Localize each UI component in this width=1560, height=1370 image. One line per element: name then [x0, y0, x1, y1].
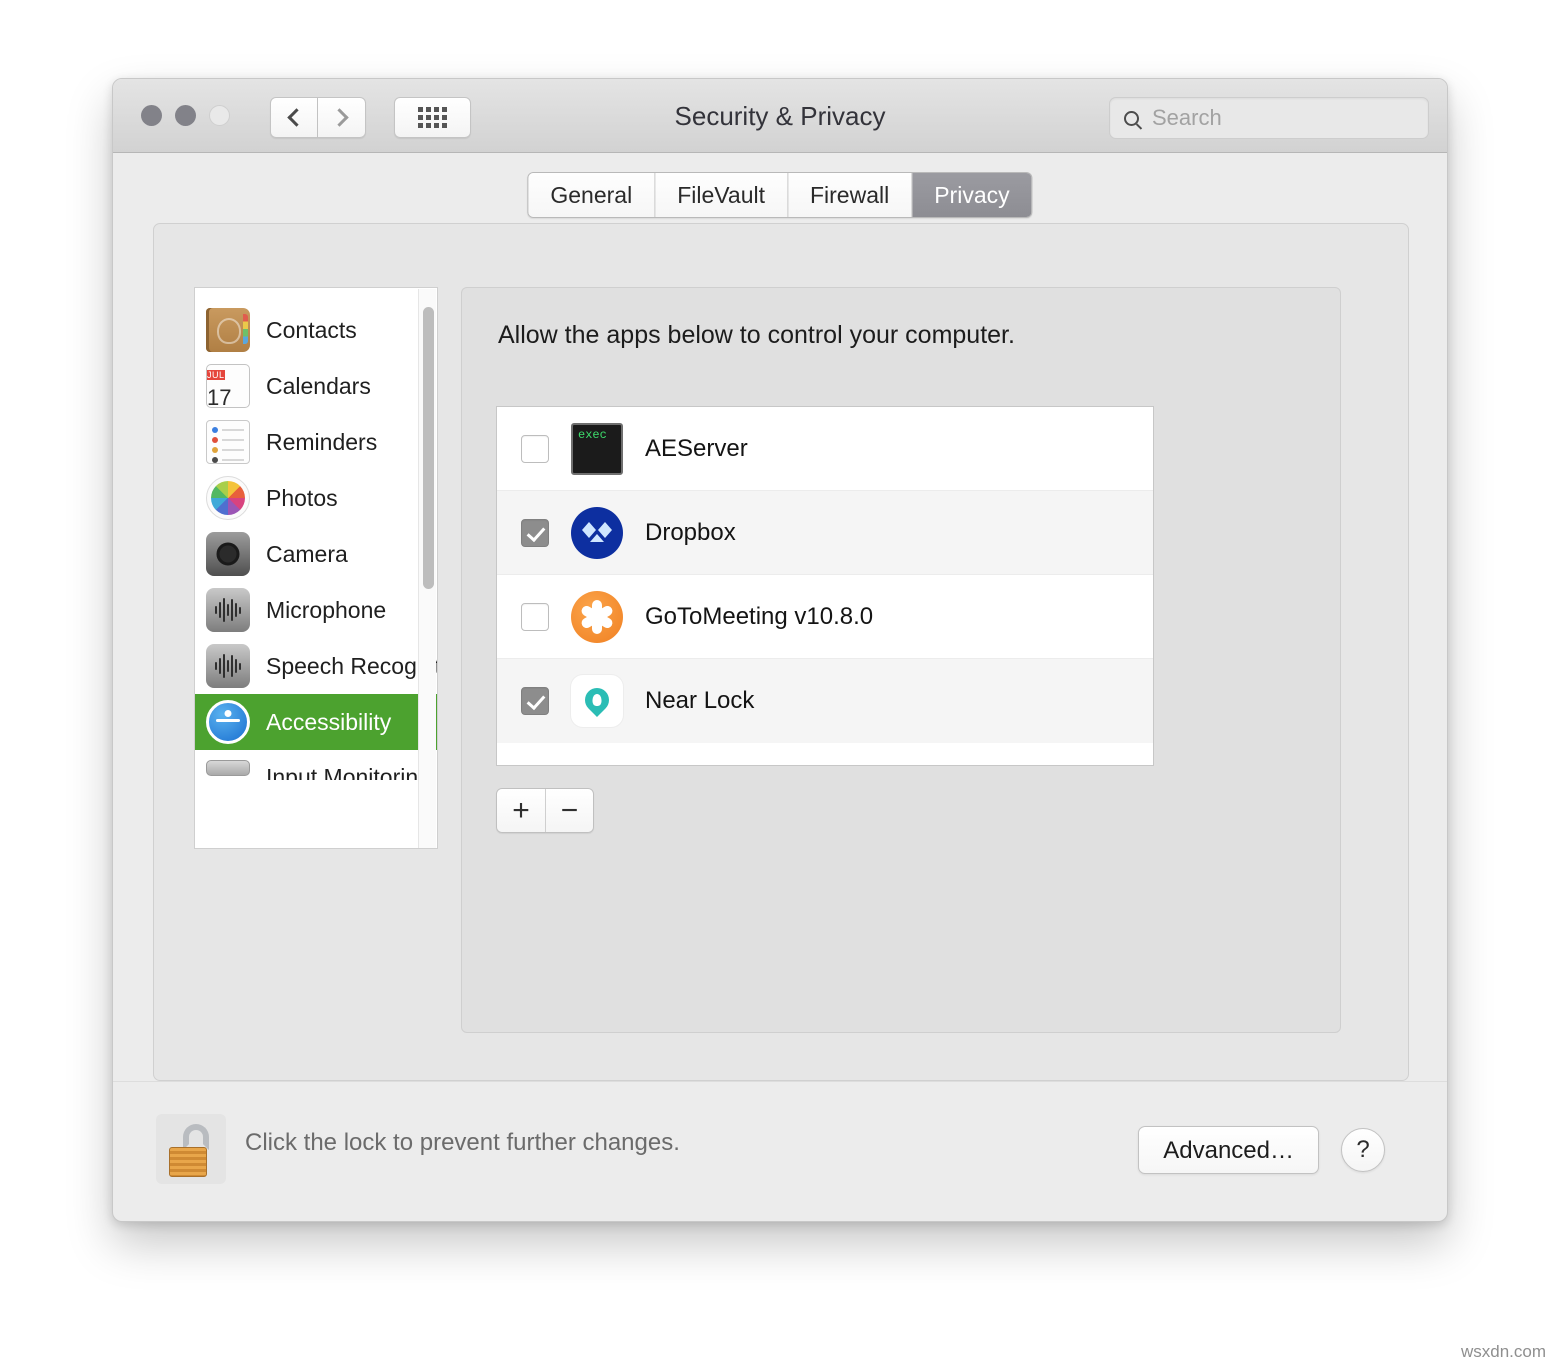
privacy-category-sidebar[interactable]: Contacts JUL 17 Calendars Reminders Phot…: [194, 287, 438, 849]
sidebar-item-label: Input Monitoring: [266, 764, 431, 780]
sidebar-item-label: Speech Recognition: [266, 652, 437, 679]
sidebar-scrollbar-thumb[interactable]: [423, 307, 434, 589]
table-row[interactable]: exec AEServer: [497, 407, 1153, 491]
contacts-icon: [206, 308, 250, 352]
app-checkbox[interactable]: [521, 602, 549, 631]
sidebar-item-camera[interactable]: Camera: [195, 526, 437, 582]
app-checkbox[interactable]: [521, 434, 549, 463]
search-placeholder: Search: [1152, 105, 1222, 130]
table-row[interactable]: GoToMeeting v10.8.0: [497, 575, 1153, 659]
gotomeeting-icon: [571, 590, 623, 643]
sidebar-item-label: Microphone: [266, 596, 387, 623]
dropbox-icon: [571, 506, 623, 559]
nearlock-pin-icon: [571, 675, 623, 727]
lock-status-text: Click the lock to prevent further change…: [245, 1129, 680, 1156]
app-checkbox[interactable]: [521, 687, 549, 715]
tab-firewall[interactable]: Firewall: [786, 173, 912, 217]
sidebar-item-microphone[interactable]: Microphone: [195, 582, 437, 638]
camera-icon: [206, 532, 250, 576]
sidebar-item-speech-recognition[interactable]: Speech Recognition: [195, 638, 437, 694]
app-name: Dropbox: [645, 518, 736, 546]
search-icon: [1124, 110, 1139, 126]
accessibility-icon: [206, 700, 250, 744]
sidebar-item-label: Photos: [266, 484, 338, 511]
help-button[interactable]: ?: [1341, 1128, 1385, 1172]
sidebar-item-calendars[interactable]: JUL 17 Calendars: [195, 358, 437, 414]
photos-icon: [206, 476, 250, 520]
lock-button[interactable]: [156, 1114, 226, 1184]
app-checkbox[interactable]: [521, 518, 549, 547]
panel-heading: Allow the apps below to control your com…: [498, 321, 1015, 349]
privacy-content-frame: Contacts JUL 17 Calendars Reminders Phot…: [153, 223, 1409, 1081]
table-row[interactable]: Near Lock: [497, 659, 1153, 743]
sidebar-item-contacts[interactable]: Contacts: [195, 302, 437, 358]
accessibility-apps-panel: Allow the apps below to control your com…: [461, 287, 1341, 1033]
security-privacy-window: Security & Privacy Search General FileVa…: [112, 78, 1448, 1222]
tab-filevault[interactable]: FileVault: [654, 173, 787, 217]
table-row[interactable]: Dropbox: [497, 491, 1153, 575]
add-app-button[interactable]: +: [497, 789, 545, 832]
tab-privacy[interactable]: Privacy: [911, 173, 1032, 217]
add-remove-button-group: + −: [496, 788, 594, 833]
sidebar-item-photos[interactable]: Photos: [195, 470, 437, 526]
sidebar-item-accessibility[interactable]: Accessibility: [195, 694, 437, 750]
calendar-month: JUL: [207, 370, 225, 380]
window-footer: Click the lock to prevent further change…: [113, 1081, 1447, 1221]
input-monitoring-icon: [206, 760, 250, 776]
search-input[interactable]: Search: [1109, 97, 1429, 139]
watermark: wsxdn.com: [1460, 1342, 1546, 1361]
padlock-body: [169, 1147, 207, 1177]
app-name: Near Lock: [645, 687, 755, 714]
waveform-icon: [206, 644, 250, 688]
advanced-button[interactable]: Advanced…: [1138, 1126, 1319, 1174]
calendar-icon: JUL 17: [206, 364, 250, 408]
sidebar-item-reminders[interactable]: Reminders: [195, 414, 437, 470]
sidebar-item-partial-top[interactable]: [195, 288, 437, 302]
window-titlebar: Security & Privacy Search: [113, 79, 1447, 153]
app-name: AEServer: [645, 434, 748, 462]
waveform-icon: [206, 588, 250, 632]
reminders-icon: [206, 420, 250, 464]
tab-group: General FileVault Firewall Privacy: [527, 172, 1033, 218]
tab-general[interactable]: General: [528, 173, 655, 217]
sidebar-item-label: Camera: [266, 540, 348, 567]
sidebar-item-input-monitoring[interactable]: Input Monitoring: [195, 750, 437, 780]
allowed-apps-list[interactable]: exec AEServer Dropbox GoToMeeting v10.8.: [496, 406, 1154, 766]
sidebar-item-label: Calendars: [266, 372, 371, 399]
remove-app-button[interactable]: −: [545, 789, 593, 832]
sidebar-item-label: Accessibility: [266, 708, 392, 735]
exec-terminal-icon: exec: [571, 422, 623, 475]
sidebar-scrollbar[interactable]: [418, 289, 436, 848]
sidebar-item-label: Reminders: [266, 428, 378, 455]
sidebar-item-label: Contacts: [266, 316, 357, 343]
calendar-day: 17: [207, 385, 232, 408]
tab-bar: General FileVault Firewall Privacy: [113, 153, 1447, 218]
app-name: GoToMeeting v10.8.0: [645, 602, 874, 630]
